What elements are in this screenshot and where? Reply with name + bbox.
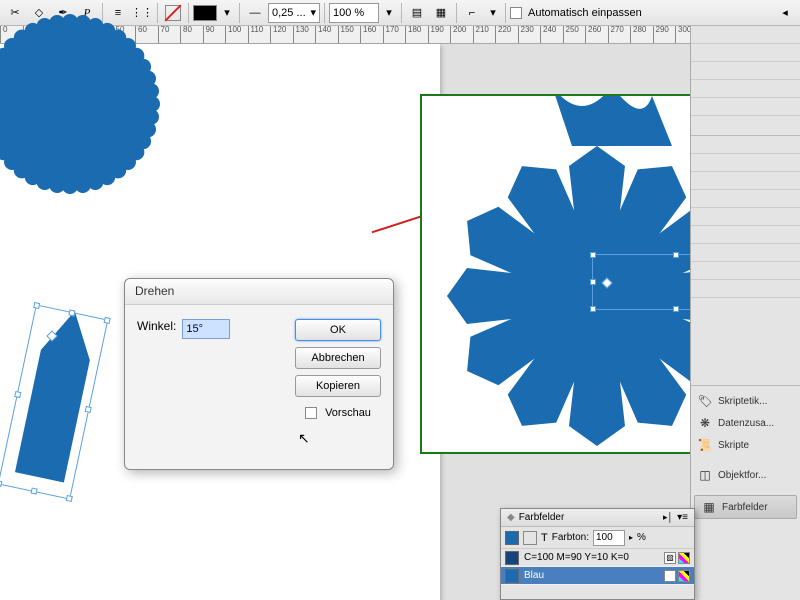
zoom-value: 100 % (333, 7, 364, 19)
process-badge-icon: ▨ (664, 552, 676, 564)
swatches-toolbar: T Farbton: 100 ▸ % (501, 527, 694, 549)
process-badge-icon: ▨ (664, 570, 676, 582)
text-align-left-icon[interactable]: ▤ (406, 2, 428, 24)
zoom-dropdown-icon[interactable]: ▾ (381, 2, 397, 24)
panel-item-scripts-label[interactable]: 🏷 Skriptetik... (691, 390, 800, 412)
grid-icon: ▦ (701, 499, 717, 515)
dialog-title: Drehen (125, 279, 393, 305)
panel-collapse-icon[interactable]: ▸│ (663, 512, 673, 523)
tint-stepper-icon[interactable]: ▸ (629, 533, 633, 542)
fill-stroke-icon[interactable] (505, 531, 519, 545)
data-icon: ❋ (697, 415, 713, 431)
swatch-chip (505, 551, 519, 565)
swatch-name: C=100 M=90 Y=10 K=0 (524, 552, 629, 563)
text-align-center-icon[interactable]: ▦ (430, 2, 452, 24)
preview-label: Vorschau (325, 407, 371, 419)
ok-button[interactable]: OK (295, 319, 381, 341)
swatches-header[interactable]: ◆ Farbfelder ▸│ ▾≡ (501, 509, 694, 527)
petal-shape[interactable] (10, 304, 100, 504)
tint-label: Farbton: (552, 532, 589, 543)
fill-swatch[interactable] (193, 5, 217, 21)
fill-dropdown-icon[interactable]: ▾ (219, 2, 235, 24)
panel-item-object-format[interactable]: ◫ Objektfor... (691, 464, 800, 486)
angle-label: Winkel: (137, 319, 176, 333)
angle-input[interactable]: 15° (182, 319, 230, 339)
swatches-title: Farbfelder (519, 512, 565, 523)
tag-icon: 🏷 (697, 393, 713, 409)
tint-unit: % (637, 532, 646, 543)
scalloped-circle-shape (0, 4, 170, 204)
object-icon: ◫ (697, 467, 713, 483)
stroke-weight-value: 0,25 ... (272, 7, 306, 19)
panel-item-scripts[interactable]: 📜 Skripte (691, 434, 800, 456)
angle-value: 15° (186, 323, 203, 335)
swatch-row-selected[interactable]: Blau ▨ (501, 567, 694, 585)
panel-item-data-merge[interactable]: ❋ Datenzusa... (691, 412, 800, 434)
autofit-checkbox[interactable] (510, 7, 522, 19)
type-icon[interactable]: T (541, 532, 548, 544)
right-panel-column: 🏷 Skriptetik... ❋ Datenzusa... 📜 Skripte… (690, 26, 800, 600)
tint-input[interactable]: 100 (593, 530, 625, 546)
container-icon[interactable] (523, 531, 537, 545)
panel-menu-icon[interactable]: ◂ (774, 2, 796, 24)
rotate-dialog: Drehen Winkel: 15° OK Abbrechen Kopieren… (124, 278, 394, 470)
stroke-style-icon[interactable]: — (244, 2, 266, 24)
cmyk-badge-icon (678, 570, 690, 582)
corner-options-icon[interactable]: ⌐ (461, 2, 483, 24)
panel-item-swatches[interactable]: ▦ Farbfelder (694, 495, 797, 519)
copy-button[interactable]: Kopieren (295, 375, 381, 397)
corner-dropdown-icon[interactable]: ▾ (485, 2, 501, 24)
center-anchor-icon (601, 277, 612, 288)
stroke-weight-field[interactable]: 0,25 ...▾ (268, 3, 320, 23)
preview-checkbox[interactable] (305, 407, 317, 419)
cancel-button[interactable]: Abbrechen (295, 347, 381, 369)
zoom-field[interactable]: 100 % (329, 3, 379, 23)
swatch-row[interactable]: C=100 M=90 Y=10 K=0 ▨ (501, 549, 694, 567)
swatches-panel: ◆ Farbfelder ▸│ ▾≡ T Farbton: 100 ▸ % C=… (500, 508, 695, 600)
swatch-chip (505, 569, 519, 583)
script-icon: 📜 (697, 437, 713, 453)
cmyk-badge-icon (678, 552, 690, 564)
panel-list: 🏷 Skriptetik... ❋ Datenzusa... 📜 Skripte… (691, 386, 800, 524)
swatch-name: Blau (524, 570, 544, 581)
autofit-label: Automatisch einpassen (528, 7, 642, 19)
panel-menu-icon[interactable]: ▾≡ (677, 512, 688, 523)
panel-tabs-area[interactable] (691, 26, 800, 136)
